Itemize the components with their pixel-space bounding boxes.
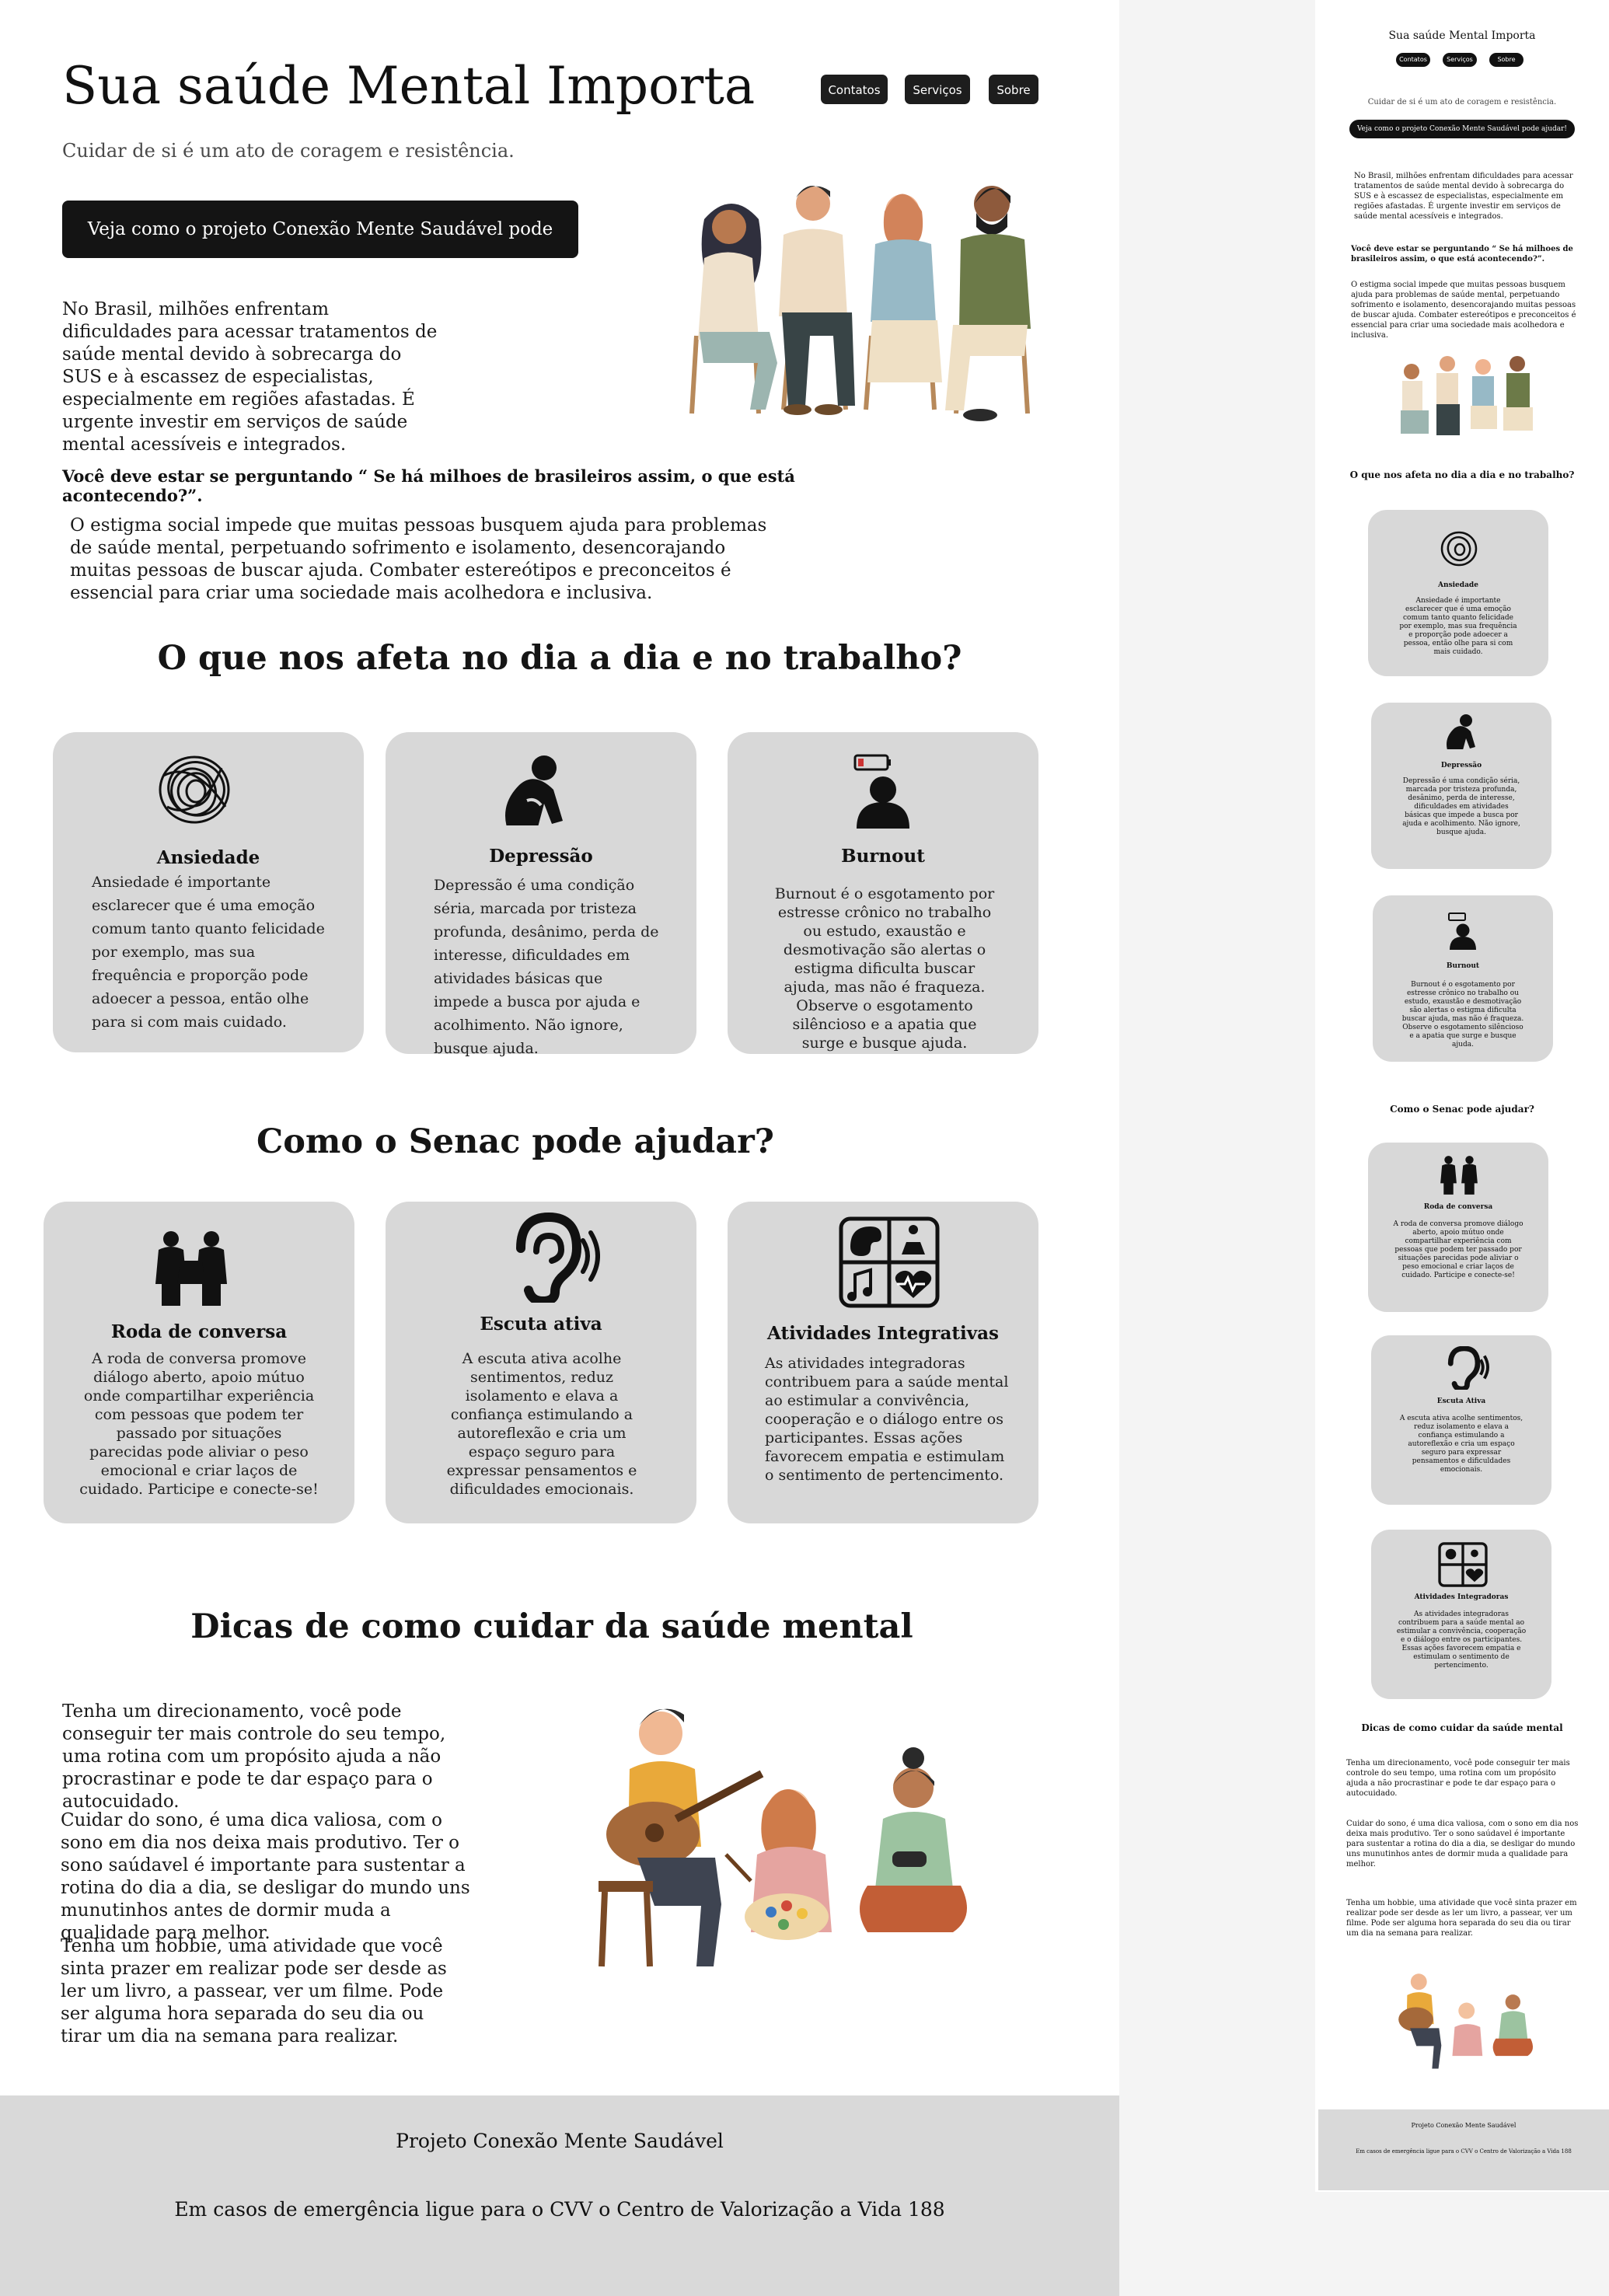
card-roda-title: Roda de conversa <box>110 1321 288 1342</box>
cta-button[interactable]: Veja como o projeto Conexão Mente Saudáv… <box>62 201 578 297</box>
mobile-depressao-title: Depressão <box>1440 762 1482 769</box>
card-ansiedade-title: Ansiedade <box>156 847 260 868</box>
card-depressao-title: Depressão <box>489 846 593 867</box>
mobile-sad-person-icon <box>1446 714 1478 749</box>
mobile-atividades-text: As atividades integradoras contribuem pa… <box>1396 1610 1527 1670</box>
mobile-ansiedade-text: Ansiedade é importante esclarecer que é … <box>1399 597 1517 656</box>
site-title: Sua saúde Mental Importa <box>62 56 756 116</box>
card-atividades-text: As atividades integradoras contribuem pa… <box>765 1355 1009 1484</box>
mobile-stigma: O estigma social impede que muitas pesso… <box>1351 281 1576 340</box>
low-battery-person-icon <box>852 754 914 829</box>
mobile-question: Você deve estar se perguntando “ Se há m… <box>1351 245 1573 263</box>
mobile-escuta-text: A escuta ativa acolhe sentimentos, reduz… <box>1399 1415 1523 1474</box>
mobile-atividades-title: Atividades Integradoras <box>1414 1593 1509 1601</box>
mobile-conversation-group-icon <box>1438 1155 1480 1195</box>
mobile-activities-grid-icon <box>1438 1542 1488 1587</box>
mobile-intro: No Brasil, milhões enfrentam dificuldade… <box>1354 172 1573 221</box>
mobile-tip-1: Tenha um direcionamento, você pode conse… <box>1346 1759 1570 1798</box>
mobile-nav-sobre[interactable]: Sobre <box>1489 53 1523 67</box>
card-atividades: Atividades Integrativas As atividades in… <box>728 1202 1038 1523</box>
tip-paragraph-3: Tenha um hobbie, uma atividade que você … <box>61 1936 447 2047</box>
mobile-footer-project: Projeto Conexão Mente Saudável <box>1411 2122 1517 2129</box>
stigma-paragraph: O estigma social impede que muitas pesso… <box>70 515 767 603</box>
card-escuta-ativa: Escuta ativa A escuta ativa acolhe senti… <box>386 1202 696 1523</box>
footer <box>0 2095 1119 2296</box>
card-atividades-title: Atividades Integrativas <box>767 1323 999 1344</box>
mobile-preview: Sua saúde Mental Importa Contatos Serviç… <box>1315 0 1609 2192</box>
card-roda-text: A roda de conversa promove diálogo abert… <box>79 1350 319 1498</box>
hobbies-illustration <box>583 1702 979 1974</box>
mobile-card-depressao: Depressão Depressão é uma condição séria… <box>1371 703 1551 869</box>
nav-servicos-button[interactable]: Serviços <box>905 75 970 104</box>
mobile-tip-3: Tenha um hobbie, uma atividade que você … <box>1346 1899 1577 1938</box>
card-burnout-title: Burnout <box>841 846 925 867</box>
mobile-low-battery-person-icon <box>1447 912 1478 950</box>
mobile-help-heading: Como o Senac pode ajudar? <box>1390 1104 1534 1115</box>
tip-paragraph-1: Tenha um direcionamento, você pode conse… <box>62 1701 446 1812</box>
conversation-group-icon <box>151 1230 232 1307</box>
subtitle: Cuidar de si é um ato de coragem e resis… <box>62 140 515 162</box>
mobile-burnout-text: Burnout é o esgotamento por estresse crô… <box>1401 981 1524 1049</box>
card-depressao: Depressão Depressão é uma condição séria… <box>386 732 696 1057</box>
mobile-card-escuta: Escuta Ativa A escuta ativa acolhe senti… <box>1371 1335 1551 1505</box>
footer-project-name: Projeto Conexão Mente Saudável <box>396 2130 724 2152</box>
activities-grid-icon <box>838 1216 941 1309</box>
tips-heading: Dicas de como cuidar da saúde mental <box>190 1607 913 1646</box>
card-escuta-title: Escuta ativa <box>480 1314 602 1335</box>
card-ansiedade: Ansiedade Ansiedade é importante esclare… <box>53 732 364 1052</box>
mobile-escuta-title: Escuta Ativa <box>1436 1397 1486 1405</box>
mobile-nav-contatos[interactable]: Contatos <box>1396 53 1430 67</box>
footer-emergency-text: Em casos de emergência ligue para o CVV … <box>174 2198 945 2221</box>
mobile-card-burnout: Burnout Burnout é o esgotamento por estr… <box>1373 895 1553 1062</box>
desktop-page: Sua saúde Mental Importa Contatos Serviç… <box>0 0 1119 2296</box>
affects-heading: O que nos afeta no dia a dia e no trabal… <box>157 639 962 678</box>
question-text: Você deve estar se perguntando “ Se há m… <box>62 466 795 505</box>
mobile-roda-title: Roda de conversa <box>1423 1203 1493 1211</box>
mobile-subtitle: Cuidar de si é um ato de coragem e resis… <box>1367 98 1557 106</box>
scribble-icon <box>155 752 233 827</box>
mobile-depressao-text: Depressão é uma condição séria, marcada … <box>1402 777 1520 836</box>
mobile-footer-emergency: Em casos de emergência ligue para o CVV … <box>1356 2148 1572 2155</box>
mobile-tip-2: Cuidar do sono, é uma dica valiosa, com … <box>1346 1820 1579 1869</box>
card-ansiedade-text: Ansiedade é importante esclarecer que é … <box>92 874 325 1031</box>
mobile-group-illustration <box>1393 348 1539 446</box>
mobile-roda-text: A roda de conversa promove diálogo abert… <box>1393 1220 1523 1279</box>
card-burnout: Burnout Burnout é o esgotamento por estr… <box>728 732 1038 1054</box>
mobile-scribble-icon <box>1440 530 1478 567</box>
help-heading: Como o Senac pode ajudar? <box>257 1122 774 1161</box>
mobile-cta-button[interactable]: Veja como o projeto Conexão Mente Saudáv… <box>1349 120 1575 138</box>
card-escuta-text: A escuta ativa acolhe sentimentos, reduz… <box>446 1350 637 1498</box>
mobile-affects-heading: O que nos afeta no dia a dia e no trabal… <box>1349 469 1575 480</box>
mobile-card-ansiedade: Ansiedade Ansiedade é importante esclare… <box>1368 510 1548 676</box>
mobile-ansiedade-title: Ansiedade <box>1438 581 1478 589</box>
sad-person-icon <box>504 754 569 825</box>
mobile-ear-icon <box>1444 1346 1489 1390</box>
intro-paragraph: No Brasil, milhões enfrentam dificuldade… <box>62 299 438 455</box>
tip-paragraph-2: Cuidar do sono, é uma dica valiosa, com … <box>61 1810 470 1943</box>
ear-listening-icon <box>508 1213 600 1303</box>
mobile-card-atividades: Atividades Integradoras As atividades in… <box>1371 1530 1551 1699</box>
mobile-hobbies-illustration <box>1390 1966 1537 2075</box>
mobile-burnout-title: Burnout <box>1446 962 1480 970</box>
group-support-illustration <box>681 173 1046 425</box>
card-roda-conversa: Roda de conversa A roda de conversa prom… <box>44 1202 354 1523</box>
nav-contatos-button[interactable]: Contatos <box>821 75 888 104</box>
mobile-card-roda: Roda de conversa A roda de conversa prom… <box>1368 1143 1548 1312</box>
mobile-title: Sua saúde Mental Importa <box>1388 30 1536 42</box>
nav-sobre-button[interactable]: Sobre <box>989 75 1038 104</box>
mobile-nav-servicos[interactable]: Serviços <box>1443 53 1477 67</box>
card-depressao-text: Depressão é uma condição séria, marcada … <box>434 877 659 1057</box>
card-burnout-text: Burnout é o esgotamento por estresse crô… <box>774 885 995 1052</box>
mobile-tips-heading: Dicas de como cuidar da saúde mental <box>1361 1722 1563 1733</box>
